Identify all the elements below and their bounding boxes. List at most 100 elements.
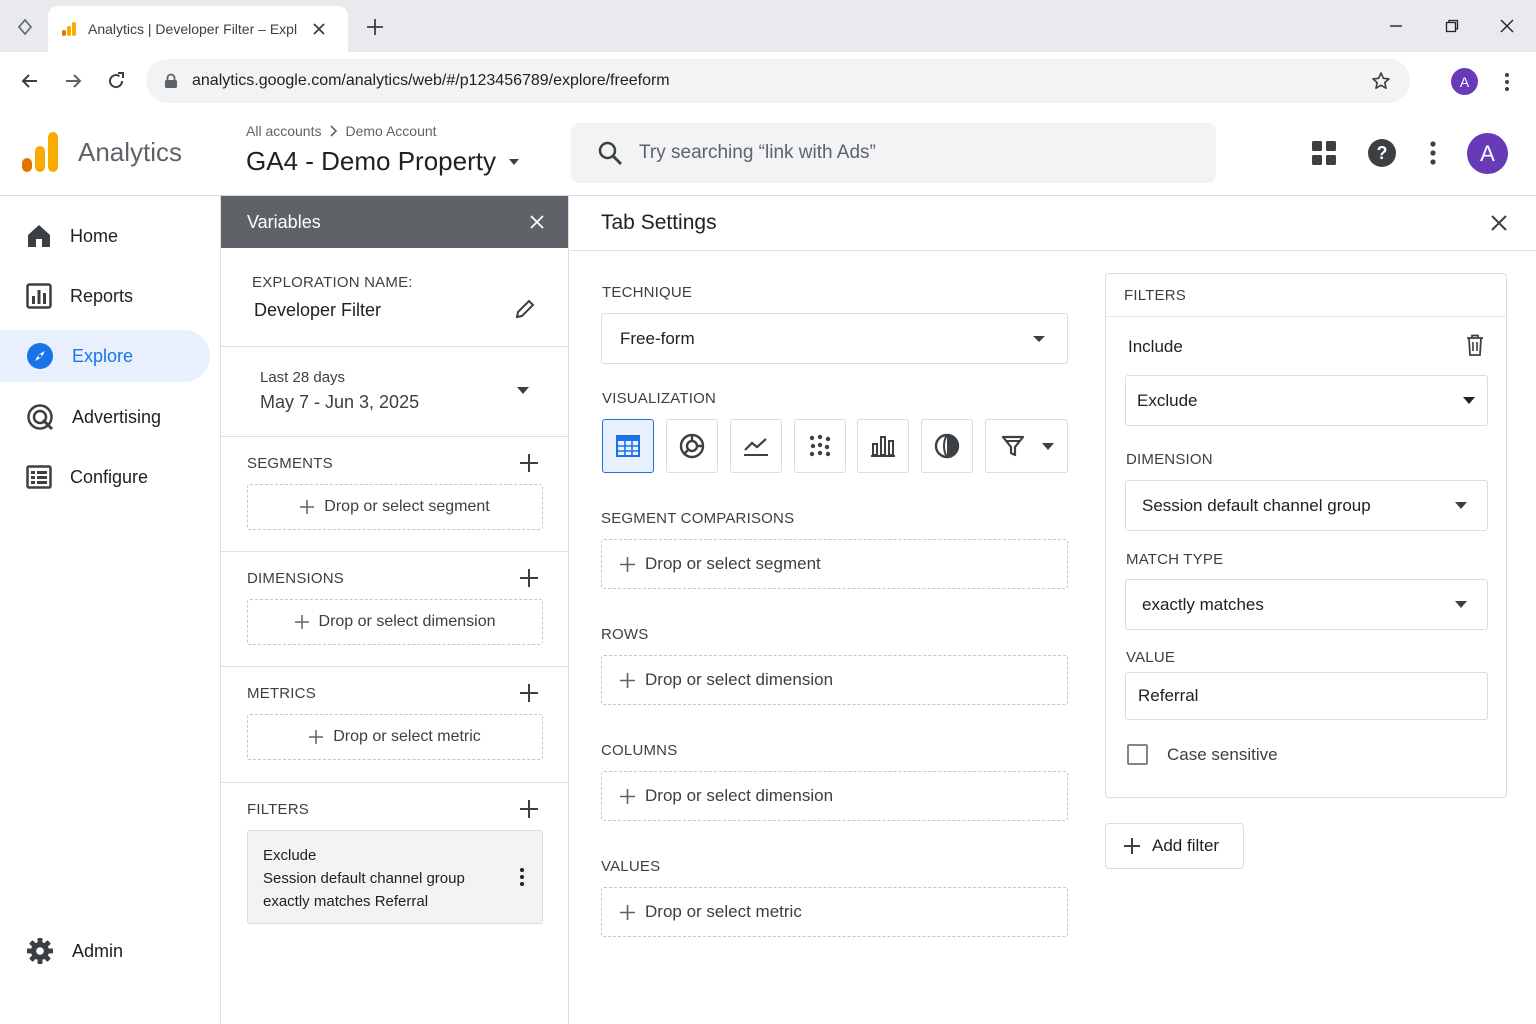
columns-drop-zone[interactable]: Drop or select dimension	[601, 771, 1068, 821]
add-segment-icon[interactable]	[519, 453, 539, 473]
dimension-select[interactable]: Session default channel group	[1125, 480, 1488, 531]
segment-comparisons-drop-zone[interactable]: Drop or select segment	[601, 539, 1068, 589]
dimension-label: DIMENSION	[1126, 451, 1213, 468]
close-tab-settings-icon[interactable]	[1491, 215, 1507, 231]
nav-item-reports[interactable]: Reports	[0, 270, 210, 322]
tab-settings-panel: Tab Settings TECHNIQUE Free-form VISUALI…	[570, 196, 1536, 1024]
add-metric-icon[interactable]	[519, 683, 539, 703]
collapse-variables-icon[interactable]	[530, 215, 544, 229]
nav-item-configure[interactable]: Configure	[0, 451, 210, 503]
plus-icon	[620, 556, 635, 572]
brand[interactable]: Analytics	[22, 132, 182, 172]
more-options-icon[interactable]	[1418, 138, 1448, 168]
funnel-icon	[1001, 435, 1025, 457]
segments-section: SEGMENTS Drop or select segment	[221, 437, 569, 552]
forward-icon[interactable]	[63, 71, 83, 91]
reload-icon[interactable]	[106, 71, 126, 91]
tab-search-icon[interactable]	[16, 18, 34, 36]
filters-title: FILTERS	[247, 801, 309, 818]
segments-title: SEGMENTS	[247, 455, 333, 472]
date-range-label: Last 28 days	[260, 369, 346, 386]
minimize-icon[interactable]	[1382, 12, 1410, 40]
filter-chip-menu-icon[interactable]	[519, 867, 525, 887]
tab-title: Analytics | Developer Filter – Expl	[88, 21, 298, 37]
add-dimension-icon[interactable]	[519, 568, 539, 588]
add-filter-button[interactable]: Add filter	[1105, 823, 1244, 869]
case-sensitive-checkbox[interactable]	[1127, 744, 1148, 765]
geo-map-icon	[934, 433, 960, 459]
donut-icon	[679, 433, 705, 459]
breadcrumb-account[interactable]: Demo Account	[345, 123, 436, 139]
search-input[interactable]: Try searching “link with Ads”	[571, 123, 1216, 183]
advertising-icon	[26, 403, 54, 431]
exploration-name[interactable]: Developer Filter	[254, 300, 381, 321]
nav-item-home[interactable]: Home	[0, 210, 210, 262]
technique-label: TECHNIQUE	[602, 284, 693, 301]
edit-pencil-icon[interactable]	[514, 298, 536, 320]
viz-table-button[interactable]	[602, 419, 654, 473]
value-label: VALUE	[1126, 649, 1176, 666]
property-selector[interactable]: GA4 - Demo Property	[246, 146, 520, 177]
viz-scatter-button[interactable]	[794, 419, 846, 473]
scatter-icon	[808, 434, 832, 458]
new-tab-icon[interactable]	[366, 18, 384, 36]
nav-item-admin[interactable]: Admin	[0, 925, 210, 977]
drop-label: Drop or select dimension	[318, 613, 496, 630]
nav-item-advertising[interactable]: Advertising	[0, 391, 210, 443]
viz-funnel-button[interactable]	[985, 419, 1068, 473]
bookmark-star-icon[interactable]	[1371, 71, 1391, 91]
plus-icon	[294, 615, 309, 629]
value-input[interactable]: Referral	[1125, 672, 1488, 720]
variables-header: Variables	[221, 196, 568, 248]
tab-settings-title: Tab Settings	[601, 211, 717, 234]
metric-drop-zone[interactable]: Drop or select metric	[247, 714, 543, 760]
browser-tabstrip: Analytics | Developer Filter – Expl	[0, 0, 1536, 52]
browser-tab[interactable]: Analytics | Developer Filter – Expl	[48, 6, 348, 52]
dimensions-title: DIMENSIONS	[247, 570, 345, 587]
include-exclude-select[interactable]: Exclude	[1125, 375, 1488, 426]
browser-profile-avatar[interactable]: A	[1451, 68, 1478, 95]
apps-grid-icon[interactable]	[1309, 138, 1339, 168]
delete-filter-icon[interactable]	[1466, 334, 1484, 356]
breadcrumb-all-accounts[interactable]: All accounts	[246, 123, 321, 139]
nav-label: Admin	[72, 940, 124, 961]
home-icon	[26, 223, 52, 249]
viz-more-dropdown-icon[interactable]	[1042, 443, 1054, 451]
technique-select[interactable]: Free-form	[601, 313, 1068, 364]
back-icon[interactable]	[20, 71, 40, 91]
account-avatar[interactable]: A	[1467, 133, 1508, 174]
viz-bar-button[interactable]	[857, 419, 909, 473]
chevron-down-icon	[1455, 502, 1467, 510]
case-sensitive-label: Case sensitive	[1167, 744, 1278, 764]
add-filter-icon[interactable]	[519, 799, 539, 819]
date-range-section[interactable]: Last 28 days May 7 - Jun 3, 2025	[221, 347, 569, 437]
browser-menu-icon[interactable]	[1504, 72, 1510, 92]
viz-donut-button[interactable]	[666, 419, 718, 473]
tab-close-icon[interactable]	[312, 22, 326, 36]
filter-chip[interactable]: Exclude Session default channel group ex…	[247, 830, 543, 924]
filter-chip-dimension: Session default channel group	[263, 870, 465, 887]
plus-icon	[620, 904, 635, 920]
dimension-drop-zone[interactable]: Drop or select dimension	[247, 599, 543, 645]
match-type-select[interactable]: exactly matches	[1125, 579, 1488, 630]
technique-value: Free-form	[620, 328, 695, 348]
filter-chip-mode: Exclude	[263, 847, 317, 864]
values-drop-zone[interactable]: Drop or select metric	[601, 887, 1068, 937]
segment-drop-zone[interactable]: Drop or select segment	[247, 484, 543, 530]
help-icon[interactable]: ?	[1367, 138, 1397, 168]
case-sensitive-option[interactable]: Case sensitive	[1127, 744, 1278, 765]
plus-icon	[300, 500, 315, 514]
viz-line-button[interactable]	[730, 419, 782, 473]
nav-item-explore[interactable]: Explore	[0, 330, 210, 382]
analytics-favicon-icon	[60, 20, 78, 38]
add-filter-label: Add filter	[1152, 836, 1220, 855]
gear-icon	[26, 937, 54, 965]
url-text: analytics.google.com/analytics/web/#/p12…	[192, 72, 670, 89]
window-close-icon[interactable]	[1493, 12, 1521, 40]
viz-geo-button[interactable]	[921, 419, 973, 473]
restore-icon[interactable]	[1438, 12, 1466, 40]
plus-icon	[309, 730, 324, 744]
address-bar[interactable]: analytics.google.com/analytics/web/#/p12…	[146, 59, 1410, 103]
include-label: Include	[1128, 337, 1183, 356]
rows-drop-zone[interactable]: Drop or select dimension	[601, 655, 1068, 705]
